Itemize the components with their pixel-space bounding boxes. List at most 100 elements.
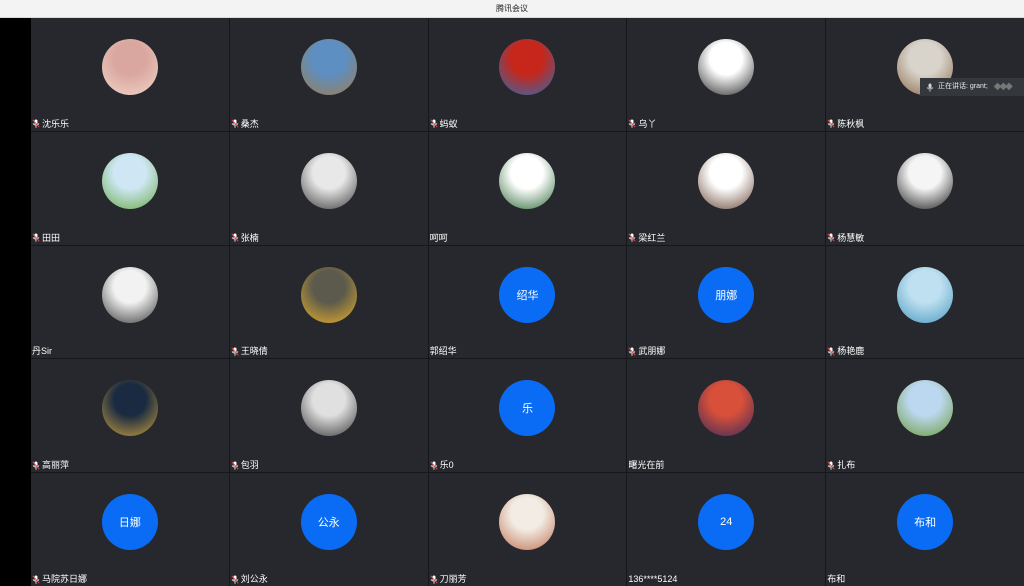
participant-name: 蚂蚁 bbox=[439, 118, 458, 129]
avatar-photo bbox=[499, 39, 556, 95]
participant-label: 呵呵 bbox=[430, 232, 448, 244]
participant-tile[interactable]: 高丽萍 bbox=[31, 359, 229, 473]
avatar-text: 绍华 bbox=[516, 289, 539, 302]
participant-name: 杨慧敏 bbox=[837, 232, 865, 243]
participant-name: 136****5124 bbox=[628, 574, 678, 584]
participant-tile[interactable]: 陈秋枫 bbox=[826, 18, 1024, 131]
participant-tile[interactable]: 乐乐0 bbox=[428, 359, 627, 473]
participant-grid: 沈乐乐 桑杰 蚂蚁 乌丫 陈秋枫 田田 张楠 呵呵 梁红兰 杨慧敏 丹Sir 王晓倩 绍华 郭绍华 朋娜 武朋… bbox=[31, 18, 1024, 586]
mic-muted-icon bbox=[32, 574, 40, 584]
mic-muted-icon bbox=[430, 574, 438, 584]
mic-muted-icon bbox=[628, 347, 636, 356]
avatar-photo bbox=[101, 266, 158, 323]
participant-name: 刘公永 bbox=[240, 574, 268, 584]
participant-label: 王晓倩 bbox=[231, 345, 268, 357]
participant-label: 扎布 bbox=[827, 459, 855, 471]
participant-label: 蚂蚁 bbox=[430, 118, 458, 130]
participant-name: 沈乐乐 bbox=[42, 118, 70, 129]
participant-tile[interactable]: 扎布 bbox=[826, 359, 1024, 473]
avatar-initials: 24 bbox=[698, 494, 755, 551]
mic-muted-icon bbox=[827, 461, 835, 470]
mic-muted-icon bbox=[628, 233, 636, 242]
participant-name: 梁红兰 bbox=[638, 232, 666, 243]
participant-tile[interactable]: 刀丽芳 bbox=[428, 473, 627, 586]
participant-name: 桑杰 bbox=[240, 118, 259, 129]
mic-muted-icon bbox=[231, 233, 239, 242]
participant-tile[interactable]: 梁红兰 bbox=[627, 131, 826, 245]
avatar-photo bbox=[897, 266, 954, 323]
participant-name: 武朋娜 bbox=[638, 346, 666, 357]
participant-name: 乐0 bbox=[439, 460, 454, 471]
participant-name: 布和 bbox=[827, 574, 846, 584]
participant-name: 丹Sir bbox=[32, 346, 52, 357]
avatar-initials: 公永 bbox=[300, 494, 357, 551]
participant-label: 张楠 bbox=[231, 232, 259, 244]
mic-muted-icon bbox=[827, 119, 835, 129]
avatar-text: 朋娜 bbox=[715, 289, 738, 302]
participant-tile[interactable]: 日娜马院苏日娜 bbox=[31, 473, 229, 586]
participant-label: 乌丫 bbox=[628, 118, 656, 130]
mic-muted-icon bbox=[430, 119, 438, 129]
mic-muted-icon bbox=[32, 119, 40, 129]
participant-label: 梁红兰 bbox=[628, 232, 665, 244]
avatar-initials: 布和 bbox=[897, 494, 954, 551]
participant-tile[interactable]: 王晓倩 bbox=[229, 245, 428, 359]
avatar-photo bbox=[897, 380, 954, 437]
mic-muted-icon bbox=[231, 574, 239, 584]
avatar-text: 公永 bbox=[317, 517, 340, 530]
mic-muted-icon bbox=[231, 461, 239, 470]
avatar-photo bbox=[698, 380, 755, 437]
participant-tile[interactable]: 田田 bbox=[31, 131, 229, 245]
participant-name: 田田 bbox=[42, 232, 61, 243]
window-title: 腾讯会议 bbox=[0, 0, 1024, 18]
participant-tile[interactable]: 布和 布和 bbox=[826, 473, 1024, 586]
participant-label: 杨慧敏 bbox=[827, 232, 864, 244]
avatar-initials: 绍华 bbox=[499, 266, 556, 323]
mic-muted-icon bbox=[827, 233, 835, 242]
mic-icon bbox=[926, 83, 934, 92]
participant-label: 布和 bbox=[827, 573, 845, 585]
participant-label: 陈秋枫 bbox=[827, 118, 864, 130]
participant-label: 沈乐乐 bbox=[32, 118, 69, 130]
participant-name: 扎布 bbox=[837, 460, 856, 471]
participant-tile[interactable]: 乌丫 bbox=[627, 18, 826, 131]
avatar-photo bbox=[300, 39, 357, 95]
participant-tile[interactable]: 朋娜武朋娜 bbox=[627, 245, 826, 359]
participant-tile[interactable]: 杨慧敏 bbox=[826, 131, 1024, 245]
avatar-photo bbox=[300, 380, 357, 437]
participant-tile[interactable]: 呵呵 bbox=[428, 131, 627, 245]
participant-label: 136****5124 bbox=[628, 573, 677, 585]
avatar-initials: 朋娜 bbox=[698, 266, 755, 323]
avatar-text: 布和 bbox=[914, 517, 937, 530]
participant-tile[interactable]: 丹Sir bbox=[31, 245, 229, 359]
mic-muted-icon bbox=[231, 347, 239, 356]
participant-name: 乌丫 bbox=[638, 118, 657, 129]
mic-muted-icon bbox=[231, 119, 239, 129]
participant-tile[interactable]: 沈乐乐 bbox=[31, 18, 229, 131]
avatar-photo bbox=[499, 152, 556, 209]
participant-name: 陈秋枫 bbox=[837, 118, 865, 129]
mic-muted-icon bbox=[32, 233, 40, 242]
avatar-photo bbox=[300, 152, 357, 209]
participant-tile[interactable]: 24 136****5124 bbox=[627, 473, 826, 586]
participant-tile[interactable]: 蚂蚁 bbox=[428, 18, 627, 131]
avatar-photo bbox=[101, 39, 158, 95]
avatar-text: 日娜 bbox=[118, 517, 141, 530]
participant-tile[interactable]: 张楠 bbox=[229, 131, 428, 245]
avatar-initials: 日娜 bbox=[101, 494, 158, 551]
participant-tile[interactable]: 包羽 bbox=[229, 359, 428, 473]
speaking-label: 正在讲话: grant; bbox=[938, 83, 988, 90]
participant-tile[interactable]: 曙光在前 bbox=[627, 359, 826, 473]
participant-tile[interactable]: 公永刘公永 bbox=[229, 473, 428, 586]
participant-label: 桑杰 bbox=[231, 118, 259, 130]
participant-tile[interactable]: 绍华郭绍华 bbox=[428, 245, 627, 359]
participant-tile[interactable]: 桑杰 bbox=[229, 18, 428, 131]
participant-tile[interactable]: 杨艳鹿 bbox=[826, 245, 1024, 359]
avatar-initials: 乐 bbox=[499, 380, 556, 437]
participant-name: 张楠 bbox=[240, 232, 259, 243]
participant-label: 丹Sir bbox=[32, 345, 52, 357]
participant-label: 郭绍华 bbox=[430, 345, 457, 357]
participant-label: 马院苏日娜 bbox=[32, 573, 87, 585]
participant-label: 包羽 bbox=[231, 459, 259, 471]
avatar-photo bbox=[897, 152, 954, 209]
